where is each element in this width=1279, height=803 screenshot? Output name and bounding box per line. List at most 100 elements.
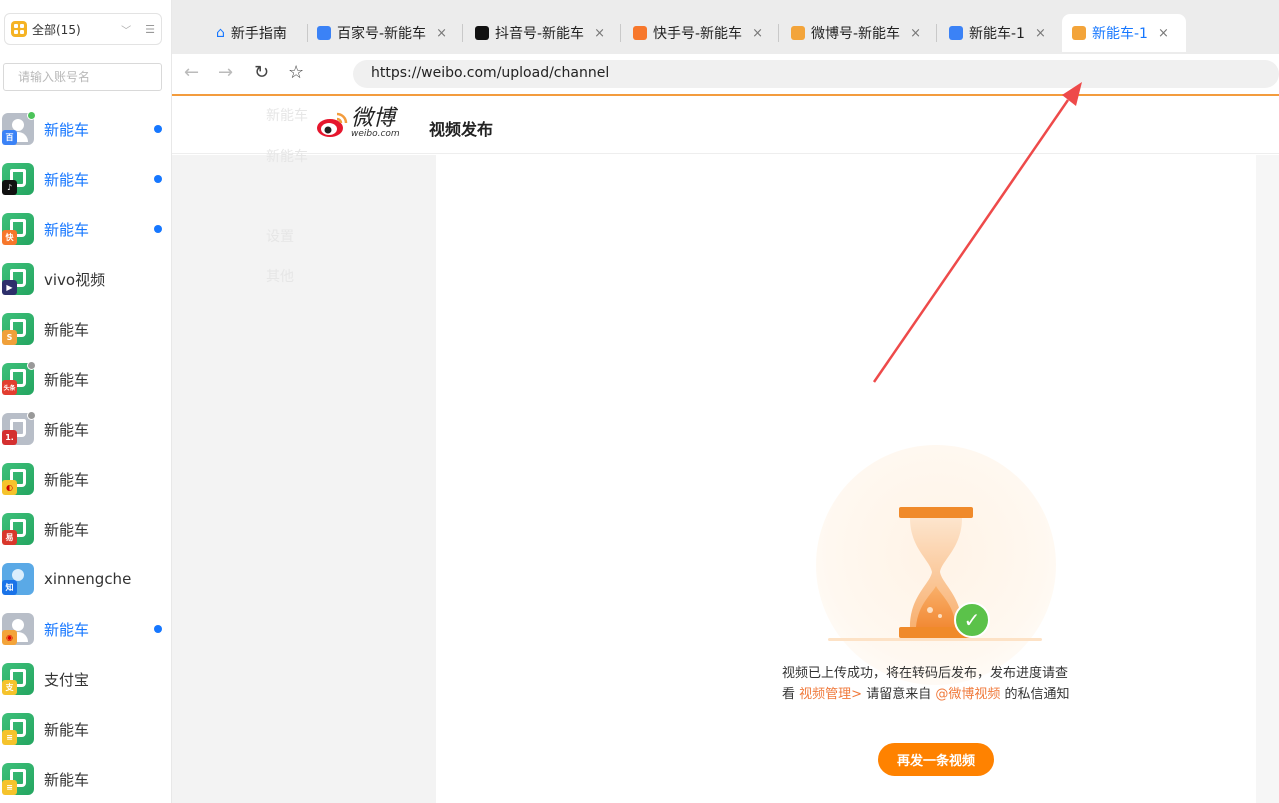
tab-label: 新手指南: [230, 26, 287, 42]
account-item[interactable]: S 新能车: [0, 304, 172, 354]
avatar: ≡: [2, 713, 34, 745]
tab-baijiahao[interactable]: 百家号-新能车 ×: [311, 14, 453, 52]
back-icon[interactable]: ←: [184, 62, 199, 83]
upload-result-panel: ✓ 视频已上传成功，将在转码后发布，发布进度请查 看 视频管理> 请留意来自 @…: [436, 160, 1256, 803]
account-item[interactable]: 头条 新能车: [0, 354, 172, 404]
account-item[interactable]: ◉ 新能车: [0, 604, 172, 654]
account-name: xinnengche: [44, 570, 132, 588]
avatar: ♪: [2, 163, 34, 195]
group-label: 全部(15): [32, 22, 81, 37]
account-item[interactable]: 知 xinnengche: [0, 554, 172, 604]
account-group-select[interactable]: 全部(15) ﹀ ☰: [4, 13, 162, 45]
account-item[interactable]: 1. 新能车: [0, 404, 172, 454]
ghost-menu-item: 其他: [266, 269, 294, 285]
account-item[interactable]: 快 新能车: [0, 204, 172, 254]
close-icon[interactable]: ×: [752, 26, 763, 41]
page-right-gutter: [1256, 155, 1279, 803]
account-item[interactable]: ≡ 新能车: [0, 754, 172, 803]
weibo-logo-sub: weibo.com: [351, 129, 400, 139]
weibo-logo[interactable]: 微博 weibo.com: [315, 108, 400, 139]
weibo-video-link[interactable]: @微博视频: [935, 687, 1000, 702]
close-icon[interactable]: ×: [594, 26, 605, 41]
baijiahao-badge-icon: 百: [2, 130, 17, 145]
avatar: ◉: [2, 613, 34, 645]
account-name: 支付宝: [44, 670, 90, 689]
zhihu-badge-icon: 知: [2, 580, 17, 595]
haokan-badge-icon: ◐: [2, 480, 17, 495]
weibo-badge-icon: ◉: [2, 630, 17, 645]
tab-douyin[interactable]: 抖音号-新能车 ×: [469, 14, 611, 52]
account-search-input[interactable]: [3, 63, 162, 91]
home-icon: ⌂: [216, 25, 225, 41]
filter-icon[interactable]: ☰: [145, 23, 155, 36]
avatar: 百: [2, 111, 36, 145]
unread-dot: [154, 175, 162, 183]
forward-icon[interactable]: →: [218, 62, 233, 83]
weibo-header: 微博 weibo.com 视频发布: [172, 96, 1279, 154]
account-item[interactable]: 易 新能车: [0, 504, 172, 554]
success-check-icon: ✓: [954, 602, 990, 638]
weibo-logo-text: 微博: [351, 106, 396, 131]
weibo-icon: [791, 26, 805, 40]
account-name: 新能车: [44, 470, 90, 489]
message-text: 请留意来自: [866, 687, 932, 702]
baijiahao-icon: [317, 26, 331, 40]
close-icon[interactable]: ×: [436, 26, 447, 41]
tab-label: 微博号-新能车: [811, 26, 901, 42]
tab-guide[interactable]: ⌂ 新手指南: [210, 14, 293, 52]
douyin-badge-icon: ♪: [2, 180, 17, 195]
upload-another-button[interactable]: 再发一条视频: [878, 743, 994, 776]
account-item[interactable]: ▶ vivo视频: [0, 254, 172, 304]
platform-badge-icon: ≡: [2, 780, 17, 795]
account-name: 新能车: [44, 370, 90, 389]
account-name: 新能车: [44, 520, 90, 539]
account-list: 百 新能车 ♪ 新能车 快 新能车 ▶ vivo视频 S 新能车 头条 新能车 …: [0, 104, 172, 803]
kuaishou-badge-icon: 快: [2, 230, 17, 245]
browser-tab-bar: ⌂ 新手指南 百家号-新能车 × 抖音号-新能车 × 快手号-新能车 × 微博号…: [172, 0, 1279, 54]
avatar: 支: [2, 663, 34, 695]
account-item[interactable]: ♪ 新能车: [0, 154, 172, 204]
account-item[interactable]: ◐ 新能车: [0, 454, 172, 504]
tab-xinnengche-1-active[interactable]: 新能车-1 ×: [1062, 14, 1186, 52]
tab-label: 快手号-新能车: [653, 26, 743, 42]
grid-icon: [11, 21, 27, 37]
account-item[interactable]: ≡ 新能车: [0, 704, 172, 754]
alipay-badge-icon: 支: [2, 680, 17, 695]
douyin-icon: [475, 26, 489, 40]
message-text: 的私信通知: [1004, 687, 1070, 702]
browser-nav-bar: ← → ↻ ☆ https://weibo.com/upload/channel: [172, 54, 1279, 94]
tab-kuaishou[interactable]: 快手号-新能车 ×: [627, 14, 769, 52]
page-left-panel: [172, 155, 436, 803]
unread-dot: [154, 225, 162, 233]
account-item[interactable]: 支 支付宝: [0, 654, 172, 704]
chevron-down-icon: ﹀: [121, 25, 132, 37]
kuaishou-icon: [633, 26, 647, 40]
video-manage-link[interactable]: 视频管理>: [799, 687, 862, 702]
tab-label: 百家号-新能车: [337, 26, 427, 42]
wangyi-badge-icon: 易: [2, 530, 17, 545]
tab-label: 新能车-1: [969, 26, 1025, 42]
avatar: 快: [2, 213, 34, 245]
vivo-badge-icon: ▶: [2, 280, 17, 295]
close-icon[interactable]: ×: [910, 26, 921, 41]
close-icon[interactable]: ×: [1158, 26, 1169, 41]
avatar: ▶: [2, 263, 34, 295]
tab-xinnengche-1[interactable]: 新能车-1 ×: [943, 14, 1052, 52]
close-icon[interactable]: ×: [1035, 26, 1046, 41]
account-name: 新能车: [44, 220, 90, 239]
avatar: ◐: [2, 463, 34, 495]
tab-label: 新能车-1: [1092, 26, 1148, 42]
star-icon[interactable]: ☆: [288, 62, 304, 83]
illustration-ground: [828, 638, 1042, 641]
address-bar[interactable]: https://weibo.com/upload/channel: [353, 60, 1279, 88]
sohu-badge-icon: S: [2, 330, 17, 345]
account-name: vivo视频: [44, 270, 106, 289]
tab-weibo[interactable]: 微博号-新能车 ×: [785, 14, 927, 52]
tab-label: 抖音号-新能车: [495, 26, 585, 42]
toutiao-badge-icon: 头条: [2, 380, 17, 395]
reload-icon[interactable]: ↻: [254, 62, 269, 83]
upload-success-message: 视频已上传成功，将在转码后发布，发布进度请查 看 视频管理> 请留意来自 @微博…: [782, 663, 1102, 705]
account-item[interactable]: 百 新能车: [0, 104, 172, 154]
account-name: 新能车: [44, 170, 90, 189]
account-name: 新能车: [44, 320, 90, 339]
